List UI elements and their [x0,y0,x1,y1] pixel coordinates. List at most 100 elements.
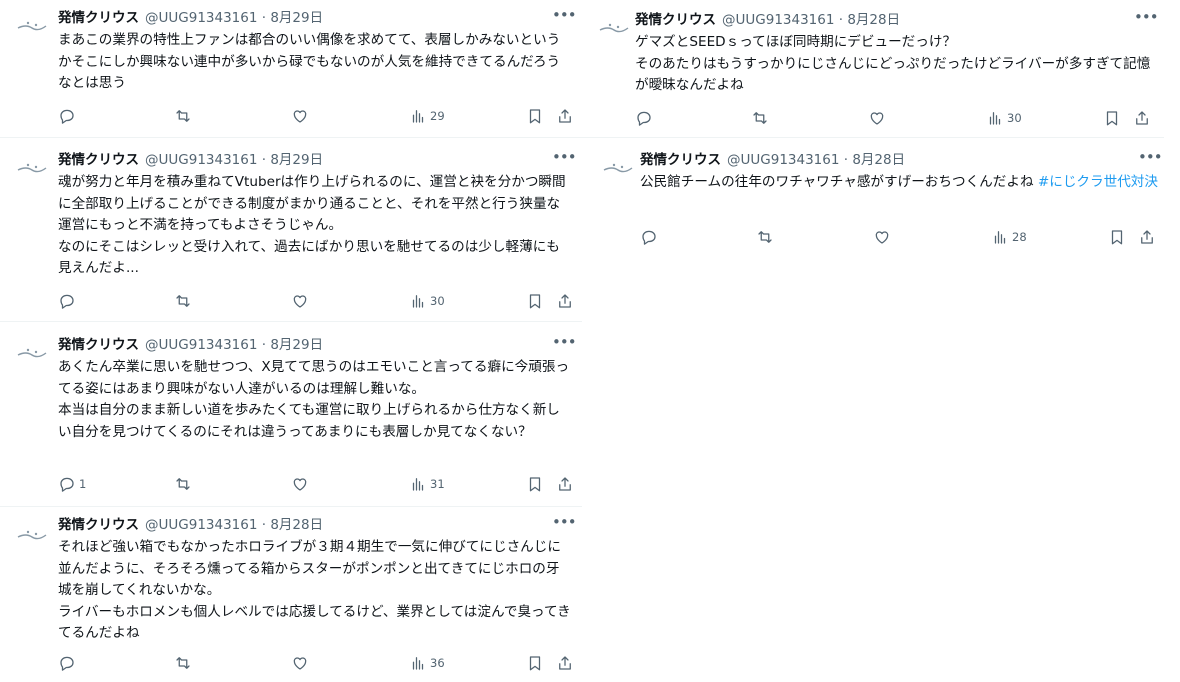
views-button[interactable]: 36 [409,652,445,674]
retweet-button[interactable] [756,226,774,248]
retweet-button[interactable] [174,473,192,495]
bookmark-button[interactable] [526,473,544,495]
avatar[interactable] [14,525,50,545]
like-icon [875,231,889,244]
tweet[interactable]: 発情クリウス @UUG91343161 · 8月29日 ••• 魂が努力と年月を積… [0,142,582,322]
tweet-date[interactable]: 8月28日 [270,517,323,533]
user-handle[interactable]: @UUG91343161 [145,152,257,168]
bookmark-button[interactable] [1103,107,1121,129]
avatar[interactable] [14,343,50,363]
tweet-paragraph: ライバーもホロメンも個人レベルでは応援してるけど、業界としては淀んで臭ってきてる… [58,603,571,642]
tweet-date[interactable]: 8月28日 [847,12,900,28]
reply-button[interactable] [640,226,661,248]
like-button[interactable] [868,107,886,129]
share-button[interactable] [556,290,574,312]
share-button[interactable] [1133,107,1151,129]
tweet-text: あくたん卒業に思いを馳せつつ、X見てて思うのはエモいこと言ってる癖に今頑張ってる… [58,357,572,443]
tweet[interactable]: 発情クリウス @UUG91343161 · 8月28日 ••• ゲマズとSEEDｓ… [582,2,1164,138]
tweet-paragraph: そのあたりはもうすっかりにじさんじにどっぷりだったけどライバーが多すぎて記憶が曖… [635,55,1151,94]
display-name[interactable]: 発情クリウス [640,152,721,168]
reply-button[interactable] [635,107,656,129]
tweet-header: 発情クリウス @UUG91343161 · 8月28日 ••• [640,150,1163,170]
retweet-button[interactable] [174,290,192,312]
retweet-icon [176,478,190,490]
view-count: 29 [430,109,445,123]
reply-button[interactable] [58,290,79,312]
retweet-icon [176,110,190,122]
reply-button[interactable] [58,105,79,127]
like-button[interactable] [291,652,309,674]
tweet[interactable]: 発情クリウス @UUG91343161 · 8月28日 ••• 公民館チームの往年… [586,142,1168,262]
share-button[interactable] [1138,226,1156,248]
user-handle[interactable]: @UUG91343161 [727,152,839,168]
tweet[interactable]: 発情クリウス @UUG91343161 · 8月29日 ••• あくたん卒業に思い… [0,327,582,507]
bookmark-button[interactable] [526,290,544,312]
user-handle[interactable]: @UUG91343161 [145,10,257,26]
avatar[interactable] [14,16,50,36]
tweet-text: 魂が努力と年月を積み重ねてVtuberは作り上げられるのに、運営と袂を分かつ瞬間… [58,172,572,280]
reply-button[interactable] [58,652,79,674]
views-button[interactable]: 30 [409,290,445,312]
user-handle[interactable]: @UUG91343161 [145,517,257,533]
more-icon[interactable]: ••• [552,8,577,28]
bookmark-icon [1111,230,1123,245]
bookmark-button[interactable] [526,105,544,127]
display-name[interactable]: 発情クリウス [58,337,139,353]
tweet-paragraph: ゲマズとSEEDｓってほぼ同時期にデビューだっけ？ [635,34,957,50]
separator-dot: · [261,517,267,533]
avatar[interactable] [596,18,632,38]
like-icon [870,112,884,125]
retweet-button[interactable] [751,107,769,129]
user-handle[interactable]: @UUG91343161 [145,337,257,353]
retweet-button[interactable] [174,652,192,674]
views-button[interactable]: 31 [409,473,445,495]
bookmark-icon [529,109,541,124]
share-icon [559,294,571,308]
tweet-date[interactable]: 8月29日 [270,10,323,26]
share-button[interactable] [556,473,574,495]
like-button[interactable] [873,226,891,248]
tweet-paragraph-text: 公民館チームの往年のワチャワチャ感がすげーおちつくんだよね [640,174,1038,190]
share-button[interactable] [556,105,574,127]
like-button[interactable] [291,290,309,312]
tweet-paragraph: 本当は自分のまま新しい道を歩みたくても運営に取り上げられるから仕方なく新しい自分… [58,402,560,440]
retweet-icon [176,657,190,669]
tweet[interactable]: 発情クリウス @UUG91343161 · 8月28日 ••• それほど強い箱でも… [0,509,582,682]
share-button[interactable] [556,652,574,674]
views-button[interactable]: 28 [991,226,1027,248]
display-name[interactable]: 発情クリウス [635,12,716,28]
avatar[interactable] [600,158,636,178]
bookmark-button[interactable] [526,652,544,674]
view-count: 31 [430,477,445,491]
avatar[interactable] [14,158,50,178]
retweet-button[interactable] [174,105,192,127]
more-icon[interactable]: ••• [1138,150,1163,170]
display-name[interactable]: 発情クリウス [58,517,139,533]
like-button[interactable] [291,105,309,127]
tweet-date[interactable]: 8月29日 [270,152,323,168]
like-icon [293,110,307,123]
more-icon[interactable]: ••• [1134,10,1159,30]
views-button[interactable]: 29 [409,105,445,127]
more-icon[interactable]: ••• [552,150,577,170]
display-name[interactable]: 発情クリウス [58,10,139,26]
views-button[interactable]: 30 [986,107,1022,129]
user-handle[interactable]: @UUG91343161 [722,12,834,28]
separator-dot: · [838,12,844,28]
more-icon[interactable]: ••• [552,515,577,535]
bookmark-button[interactable] [1108,226,1126,248]
bookmark-icon [529,656,541,671]
share-icon [1141,230,1153,244]
reply-button[interactable]: 1 [58,473,86,495]
display-name[interactable]: 発情クリウス [58,152,139,168]
tweet-header: 発情クリウス @UUG91343161 · 8月29日 ••• [58,150,577,170]
tweet[interactable]: 発情クリウス @UUG91343161 · 8月29日 ••• まあこの業界の特性… [0,0,582,138]
share-icon [559,656,571,670]
like-button[interactable] [291,473,309,495]
more-icon[interactable]: ••• [552,335,577,355]
tweet-date[interactable]: 8月28日 [852,152,905,168]
tweet-date[interactable]: 8月29日 [270,337,323,353]
bookmark-icon [529,294,541,309]
tweet-paragraph: なのにそこはシレッと受け入れて、過去にばかり思いを馳せてるのは少し軽薄にも見えん… [58,238,560,277]
hashtag-link[interactable]: #にじクラ世代対決 [1038,174,1158,190]
